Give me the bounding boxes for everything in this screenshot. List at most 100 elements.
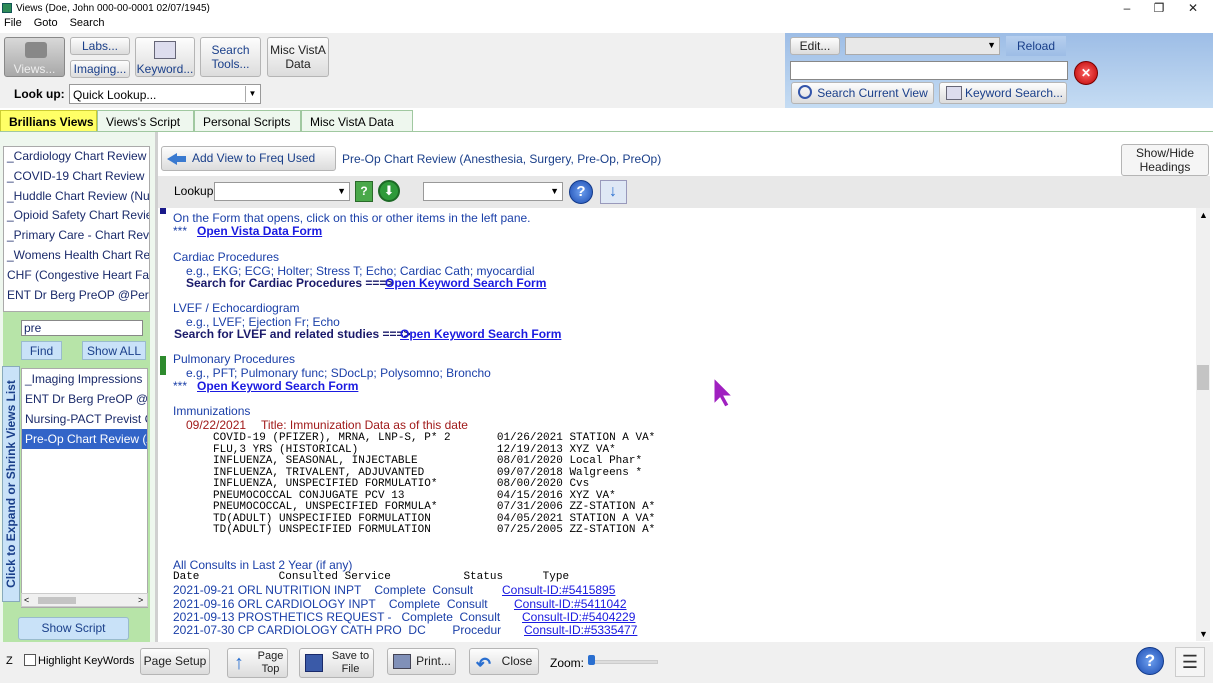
immunizations-heading: Immunizations: [173, 404, 251, 418]
list-item[interactable]: _Cardiology Chart Review: [4, 147, 149, 167]
page-top-button[interactable]: ↑ Page Top: [227, 648, 288, 678]
chevron-down-icon[interactable]: ▼: [245, 86, 259, 102]
show-all-button[interactable]: Show ALL: [82, 341, 146, 360]
views-button[interactable]: Views...: [4, 37, 65, 77]
app-icon: [2, 3, 12, 13]
vertical-scrollbar[interactable]: ▲ ▼: [1196, 208, 1210, 641]
list-item[interactable]: _Womens Health Chart Revie: [4, 246, 149, 266]
immunization-title: Title: Immunization Data as of this date: [261, 418, 468, 432]
tab-personal-scripts[interactable]: Personal Scripts: [194, 110, 301, 132]
imaging-button[interactable]: Imaging...: [70, 60, 130, 78]
menu-search[interactable]: Search: [70, 17, 105, 29]
open-keyword-search-link[interactable]: Open Keyword Search Form: [385, 276, 546, 290]
reload-button[interactable]: Reload: [1006, 36, 1066, 56]
list-item[interactable]: ENT Dr Berg PreOP @Person: [4, 286, 149, 306]
view-lookup-label: Lookup:: [174, 184, 217, 198]
close-window-button[interactable]: ✕: [1183, 1, 1203, 15]
tab-brillians-views[interactable]: Brillians Views: [0, 110, 97, 132]
zoom-slider[interactable]: [588, 655, 658, 665]
stars: ***: [173, 379, 188, 393]
quick-lookup-select[interactable]: Quick Lookup... ▼: [69, 84, 261, 104]
labs-button[interactable]: Labs...: [70, 37, 130, 55]
download-icon[interactable]: ⬇: [378, 180, 400, 202]
immunization-row: TD(ADULT) UNSPECIFIED FORMULATION 07/25/…: [213, 524, 656, 536]
list-item[interactable]: _Imaging Impressions: [22, 369, 147, 389]
views-list: _Cardiology Chart Review _COVID-19 Chart…: [3, 146, 150, 312]
list-item[interactable]: _Primary Care - Chart Review: [4, 226, 149, 246]
horizontal-scrollbar[interactable]: < >: [21, 593, 148, 607]
view-title: Pre-Op Chart Review (Anesthesia, Surgery…: [342, 152, 662, 166]
page-setup-button[interactable]: Page Setup: [140, 648, 210, 675]
help-green-icon[interactable]: ?: [355, 181, 373, 202]
keyword-button[interactable]: Keyword...: [135, 37, 195, 77]
search-tools-button[interactable]: Search Tools...: [200, 37, 261, 77]
show-hide-headings-button[interactable]: Show/Hide Headings: [1121, 144, 1209, 176]
z-label: Z: [6, 655, 13, 667]
list-menu-icon[interactable]: ☰: [1175, 647, 1205, 677]
list-item[interactable]: Nursing-PACT Previst Ch: [22, 409, 147, 429]
consult-id-link[interactable]: Consult-ID:#5411042: [514, 597, 627, 611]
minimize-button[interactable]: –: [1117, 1, 1137, 15]
keyword-search-button[interactable]: Keyword Search...: [939, 82, 1067, 104]
help-icon[interactable]: ?: [1136, 647, 1164, 675]
consult-id-link[interactable]: Consult-ID:#5335477: [524, 623, 637, 637]
open-keyword-search-link[interactable]: Open Keyword Search Form: [197, 379, 358, 393]
list-item-selected[interactable]: Pre-Op Chart Review (An: [22, 429, 147, 449]
close-button[interactable]: ↶ Close: [469, 648, 539, 675]
lvef-heading: LVEF / Echocardiogram: [173, 301, 300, 315]
stars: ***: [173, 224, 188, 238]
edit-select[interactable]: ▼: [845, 37, 1000, 55]
list-item[interactable]: CHF (Congestive Heart Fail C: [4, 266, 149, 286]
scroll-thumb[interactable]: [38, 597, 76, 604]
clear-search-icon[interactable]: ✕: [1074, 61, 1098, 85]
tab-views-script[interactable]: Views's Script: [97, 110, 194, 132]
zoom-slider-thumb[interactable]: [588, 655, 595, 665]
menu-file[interactable]: File: [4, 17, 22, 29]
scroll-down-icon[interactable]: ▼: [1199, 629, 1208, 639]
tab-misc-vista-data[interactable]: Misc VistA Data: [301, 110, 413, 132]
filter-input[interactable]: pre: [21, 320, 143, 336]
mouse-cursor-icon: [713, 377, 734, 408]
search-current-label: Search Current View: [817, 86, 928, 100]
scroll-thumb[interactable]: [1197, 365, 1209, 390]
open-vista-data-form-link[interactable]: Open Vista Data Form: [197, 224, 322, 238]
search-current-view-button[interactable]: Search Current View: [791, 82, 934, 104]
list-item[interactable]: _COVID-19 Chart Review: [4, 167, 149, 187]
immunization-row: INFLUENZA, SEASONAL, INJECTABLE 08/01/20…: [213, 455, 643, 467]
consult-row: 2021-09-13 PROSTHETICS REQUEST - Complet…: [173, 610, 501, 624]
view-lookup-select[interactable]: ▼: [214, 182, 350, 201]
page-top-label-2: Top: [261, 663, 280, 675]
section-marker: [160, 208, 166, 214]
list-item[interactable]: _Opioid Safety Chart Review: [4, 206, 149, 226]
save-label-2: File: [341, 663, 360, 675]
lookup-label: Look up:: [14, 87, 65, 101]
view-lookup-select-2[interactable]: ▼: [423, 182, 563, 201]
show-script-button[interactable]: Show Script: [18, 617, 129, 640]
section-marker: [160, 356, 166, 375]
misc-vista-button[interactable]: Misc VistA Data: [267, 37, 329, 77]
scroll-up-icon[interactable]: ▲: [1199, 210, 1208, 220]
list-item[interactable]: ENT Dr Berg PreOP @Pe: [22, 389, 147, 409]
highlight-keywords-checkbox[interactable]: [24, 654, 36, 666]
edit-button[interactable]: Edit...: [790, 37, 840, 55]
views-icon: [25, 42, 47, 58]
consult-id-link[interactable]: Consult-ID:#5404229: [522, 610, 635, 624]
bottom-toolbar: Z Highlight KeyWords Page Setup ↑ Page T…: [0, 642, 1213, 683]
arrow-down-icon[interactable]: ↓: [600, 180, 627, 204]
search-input[interactable]: [790, 61, 1068, 80]
list-item[interactable]: _Huddle Chart Review (Nursi: [4, 187, 149, 207]
find-button[interactable]: Find: [21, 341, 62, 360]
consult-id-link[interactable]: Consult-ID:#5415895: [502, 583, 615, 597]
open-keyword-search-link[interactable]: Open Keyword Search Form: [400, 327, 561, 341]
help-icon[interactable]: ?: [569, 180, 593, 204]
menu-goto[interactable]: Goto: [34, 17, 58, 29]
keyword-search-label: Keyword Search...: [964, 86, 1064, 100]
instruction-text: On the Form that opens, click on this or…: [173, 211, 531, 225]
add-freq-used-button[interactable]: Add View to Freq Used List: [161, 146, 336, 188]
scroll-left-icon[interactable]: <: [24, 595, 29, 605]
restore-button[interactable]: ❐: [1149, 1, 1169, 15]
expand-shrink-toggle[interactable]: Click to Expand or Shrink Views List: [2, 366, 20, 602]
scroll-right-icon[interactable]: >: [138, 595, 143, 605]
save-to-file-button[interactable]: Save to File: [299, 648, 374, 678]
print-button[interactable]: Print...: [387, 648, 456, 675]
